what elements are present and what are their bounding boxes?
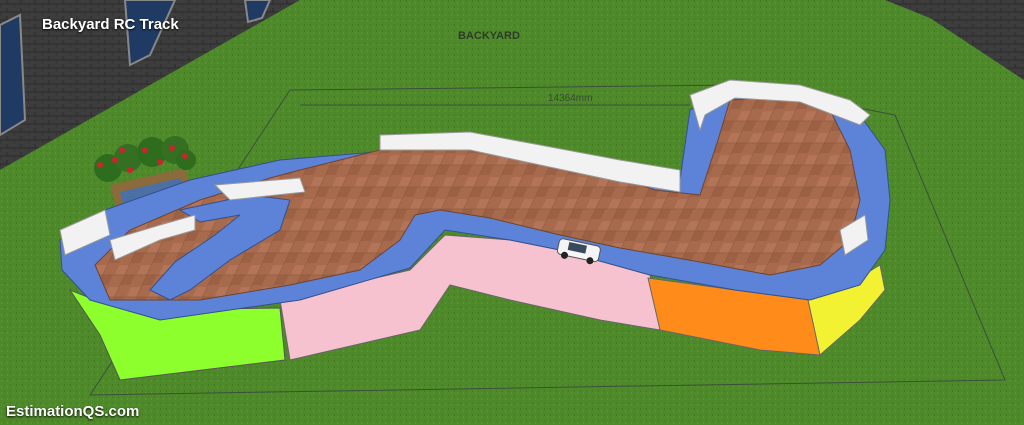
area-label: BACKYARD <box>458 30 520 42</box>
track-scene <box>0 0 1024 425</box>
dimension-label: 14364mm <box>548 93 593 104</box>
page-title: Backyard RC Track <box>42 16 179 33</box>
watermark: EstimationQS.com <box>6 403 140 420</box>
